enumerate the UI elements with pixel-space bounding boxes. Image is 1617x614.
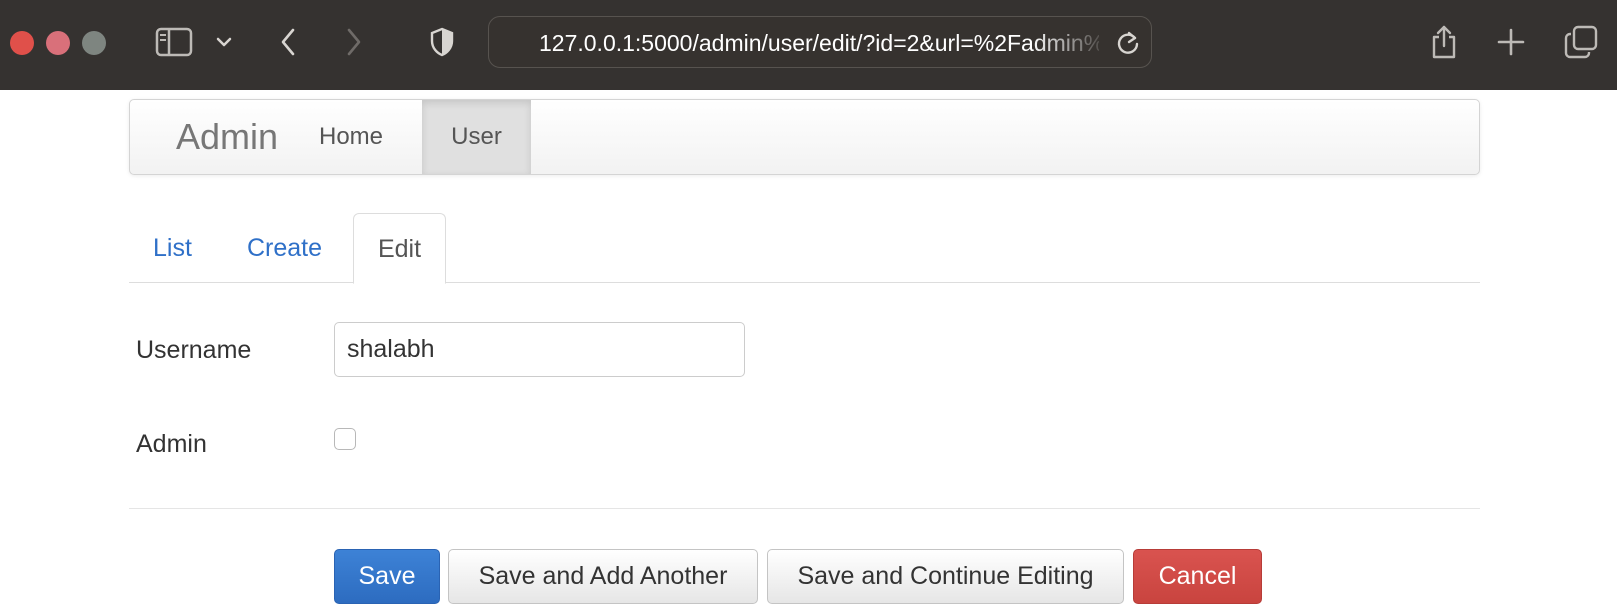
save-and-add-another-button[interactable]: Save and Add Another bbox=[448, 549, 758, 604]
cancel-button[interactable]: Cancel bbox=[1133, 549, 1262, 604]
username-field[interactable] bbox=[334, 322, 745, 377]
tab-overview-icon[interactable] bbox=[1563, 20, 1599, 64]
tab-create[interactable]: Create bbox=[247, 213, 322, 283]
admin-navbar: Admin Home User bbox=[129, 99, 1480, 175]
admin-label: Admin bbox=[136, 430, 207, 458]
url-text[interactable]: 127.0.0.1:5000/admin/user/edit/?id=2&url… bbox=[539, 29, 1099, 57]
share-icon[interactable] bbox=[1427, 20, 1461, 64]
nav-item-home[interactable]: Home bbox=[292, 100, 410, 174]
sidebar-icon[interactable] bbox=[154, 20, 194, 64]
nav-item-user[interactable]: User bbox=[422, 100, 531, 174]
tabs-divider bbox=[129, 282, 1480, 283]
minimize-window-button[interactable] bbox=[46, 31, 70, 55]
maximize-window-button[interactable] bbox=[82, 31, 106, 55]
tab-edit[interactable]: Edit bbox=[353, 213, 446, 284]
browser-toolbar: 127.0.0.1:5000/admin/user/edit/?id=2&url… bbox=[0, 0, 1617, 90]
tab-list[interactable]: List bbox=[153, 213, 192, 283]
privacy-shield-icon[interactable] bbox=[427, 20, 457, 64]
new-tab-icon[interactable] bbox=[1496, 20, 1526, 64]
forward-icon[interactable] bbox=[342, 20, 366, 64]
close-window-button[interactable] bbox=[10, 31, 34, 55]
brand-logo[interactable]: Admin bbox=[176, 116, 278, 158]
reload-icon[interactable] bbox=[1115, 29, 1141, 62]
chevron-down-icon[interactable] bbox=[214, 20, 234, 64]
form-divider bbox=[129, 508, 1480, 509]
username-label: Username bbox=[136, 336, 252, 364]
save-and-continue-editing-button[interactable]: Save and Continue Editing bbox=[767, 549, 1124, 604]
admin-checkbox[interactable] bbox=[334, 428, 356, 450]
back-icon[interactable] bbox=[276, 20, 300, 64]
address-bar[interactable]: 127.0.0.1:5000/admin/user/edit/?id=2&url… bbox=[488, 16, 1152, 68]
save-button[interactable]: Save bbox=[334, 549, 440, 604]
